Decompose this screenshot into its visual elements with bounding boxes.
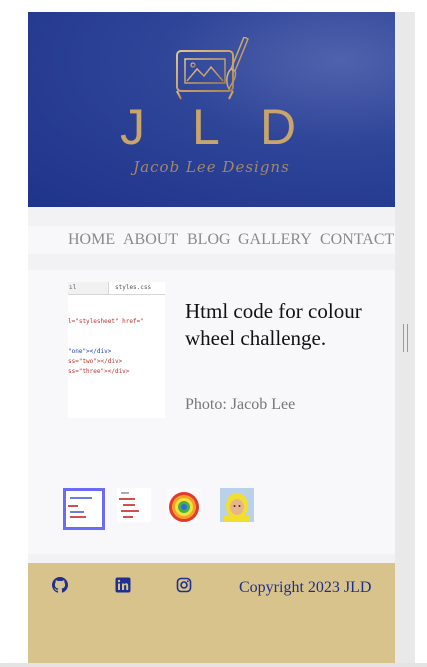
linkedin-icon[interactable] <box>115 577 131 593</box>
portrait-icon <box>220 488 254 522</box>
nav-home[interactable]: HOME <box>68 231 115 249</box>
palette-canvas-logo-icon <box>176 37 249 100</box>
window-bottom-edge <box>0 663 427 667</box>
code-line-1: l="stylesheet" href=" <box>68 318 144 325</box>
gallery-thumb-portrait[interactable] <box>220 488 254 522</box>
copyright-text: Copyright 2023 JLD <box>239 579 372 596</box>
gallery-section: ıl styles.css l="stylesheet" href=" "one… <box>28 270 395 554</box>
gallery-thumb-html[interactable] <box>63 488 105 530</box>
logo-letter-l: L <box>192 99 220 155</box>
page-frame: J L D Jacob Lee Designs HOME ABOUT BLOG … <box>28 12 395 663</box>
gallery-thumb-css[interactable] <box>117 488 151 522</box>
featured-image[interactable]: ıl styles.css l="stylesheet" href=" "one… <box>68 282 165 418</box>
logo-wordmark: J L D <box>28 98 395 158</box>
logo-tagline: Jacob Lee Designs <box>133 158 290 176</box>
nav-contact[interactable]: CONTACT <box>320 231 394 249</box>
site-header: J L D Jacob Lee Designs <box>28 12 395 207</box>
main-nav: HOME ABOUT BLOG GALLERY CONTACT <box>28 226 395 254</box>
code-line-3: ss="two"></div> <box>68 358 123 365</box>
github-icon[interactable] <box>52 577 68 593</box>
colour-wheel-icon <box>169 492 199 522</box>
code-line-2: "one"></div> <box>68 348 112 355</box>
nav-blog[interactable]: BLOG <box>187 231 231 249</box>
image-caption-credit: Photo: Jacob Lee <box>185 396 296 413</box>
site-footer: Copyright 2023 JLD <box>28 563 395 663</box>
code-line-4: ss="three"></div> <box>68 368 130 375</box>
logo-letter-d: D <box>260 99 297 155</box>
image-caption-title: Html code for colour wheel challenge. <box>185 299 362 350</box>
gallery-thumb-colour-wheel[interactable] <box>167 488 201 522</box>
editor-tab-label: styles.css <box>115 284 152 291</box>
instagram-icon[interactable] <box>176 577 192 593</box>
scrollbar-grip[interactable] <box>403 324 408 352</box>
editor-tabbar: ıl styles.css <box>68 282 165 295</box>
logo-letter-j: J <box>120 99 145 155</box>
editor-tab-active: styles.css <box>108 282 165 294</box>
nav-about[interactable]: ABOUT <box>123 231 178 249</box>
editor-tab-left: ıl <box>69 284 77 291</box>
nav-gallery[interactable]: GALLERY <box>238 231 312 249</box>
